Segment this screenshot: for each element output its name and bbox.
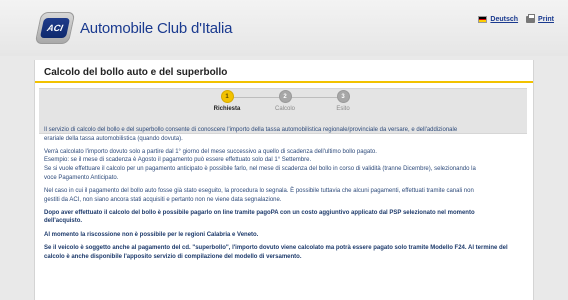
info-paragraph-bold: Dopo aver effettuato il calcolo del boll… <box>44 209 475 225</box>
print-link-label: Print <box>538 16 554 23</box>
german-flag-icon <box>478 16 488 23</box>
title-bar: Calcolo del bollo auto e del superbollo <box>35 60 533 83</box>
step-label: Richiesta <box>213 106 241 112</box>
aci-logo-text: ACI <box>39 18 71 38</box>
print-icon <box>526 14 536 23</box>
brand-name: Automobile Club d'Italia <box>80 20 233 37</box>
top-links: Deutsch Print <box>478 14 554 23</box>
step-label: Esito <box>336 106 350 112</box>
step-richiesta: 1 Richiesta <box>197 89 257 112</box>
site-header: ACI Automobile Club d'Italia Deutsch Pri… <box>0 0 568 56</box>
info-content: Il servizio di calcolo del bollo e del s… <box>44 126 522 266</box>
print-link[interactable]: Print <box>526 14 554 23</box>
step-number: 1 <box>220 90 234 103</box>
language-link-deutsch[interactable]: Deutsch <box>478 16 518 23</box>
main-panel: Calcolo del bollo auto e del superbollo … <box>34 60 534 300</box>
step-number: 2 <box>278 90 292 103</box>
info-paragraph: Il servizio di calcolo del bollo e del s… <box>44 127 458 142</box>
language-link-label: Deutsch <box>490 16 519 23</box>
step-esito: 3 Esito <box>313 89 373 112</box>
aci-logo[interactable]: ACI <box>34 12 76 44</box>
info-paragraph: Nel caso in cui il pagamento del bollo a… <box>44 187 474 203</box>
page-title: Calcolo del bollo auto e del superbollo <box>44 67 228 78</box>
info-paragraph-bold: Al momento la riscossione non è possibil… <box>44 231 259 238</box>
info-paragraph: Verrà calcolato l'importo dovuto solo a … <box>44 148 476 181</box>
step-calcolo: 2 Calcolo <box>255 89 315 112</box>
step-number: 3 <box>336 90 350 103</box>
step-label: Calcolo <box>274 106 295 112</box>
info-paragraph-bold: Se il veicolo è soggetto anche al pagame… <box>44 244 508 260</box>
